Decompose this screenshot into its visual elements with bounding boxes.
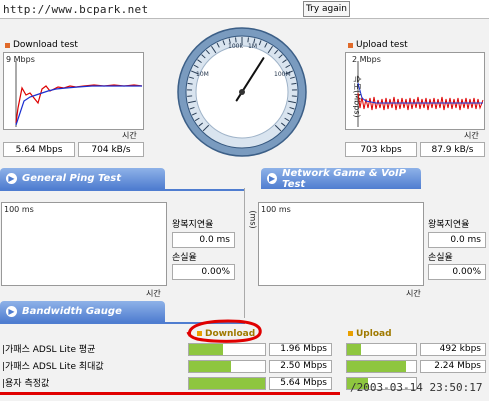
gauge-tick-label: 100M: [274, 71, 291, 78]
upload-speed-kbs: 87.9 kB/s: [420, 142, 485, 157]
speed-gauge: 100k 1M 10M 100M: [177, 27, 307, 157]
tab-network-game[interactable]: ▶ Network Game & VoIP Test: [261, 168, 421, 190]
download-bar-fill: [189, 361, 231, 372]
download-bar: [188, 343, 266, 356]
arrow-right-icon: ▶: [267, 173, 278, 184]
section-underline: [0, 189, 245, 191]
gauge-tick-label: 10M: [196, 71, 209, 78]
download-bar: [188, 360, 266, 373]
general-ping-rtt-label: 왕복지연율: [172, 220, 214, 230]
download-graph-plot: [15, 61, 143, 127]
upload-value: 2.24 Mbps: [420, 360, 486, 373]
upload-bar: [346, 343, 417, 356]
download-test-title: Download test: [5, 40, 78, 50]
general-ping-graph: 100 ms: [1, 202, 167, 286]
gauge-hub: [239, 89, 245, 95]
gauge-tick-label: 100k: [228, 43, 243, 50]
general-ping-time-label: 시간: [146, 289, 161, 298]
network-game-rtt-value: 0.0 ms: [428, 232, 486, 248]
orange-square-icon: [348, 42, 353, 48]
bandwidth-row-label: |용자 측정값: [2, 379, 50, 389]
download-graph: 9 Mbps: [3, 52, 144, 130]
arrow-right-icon: ▶: [6, 173, 17, 184]
download-value: 1.96 Mbps: [269, 343, 332, 356]
tab-general-ping[interactable]: ▶ General Ping Test: [0, 168, 165, 189]
orange-square-icon: [5, 42, 10, 48]
upload-bar: [346, 360, 417, 373]
bandwidth-row-label: |가패스 ADSL Lite 평균: [2, 345, 96, 355]
arrow-right-icon: ▶: [6, 306, 17, 317]
network-game-loss-label: 손실율: [428, 253, 453, 263]
network-game-y-axis-label: (ms): [248, 210, 258, 229]
red-annotation-underline: [0, 392, 340, 395]
upload-graph: 2 Mbps 속도(Mbps): [345, 52, 485, 130]
gauge-tick-label: 1M: [248, 43, 257, 50]
general-ping-loss-value: 0.00%: [172, 264, 235, 280]
network-game-graph: 100 ms: [258, 202, 424, 286]
date-watermark: /2003-03-14 23:50:17: [350, 381, 483, 394]
upload-test-title: Upload test: [348, 40, 408, 50]
upload-value: 492 kbps: [420, 343, 486, 356]
upload-graph-plot: [357, 61, 484, 127]
download-bar: [188, 377, 266, 390]
network-game-time-label: 시간: [406, 289, 421, 298]
upload-column-header: Upload: [348, 329, 392, 339]
panel-divider: [244, 188, 245, 318]
general-ping-max-label: 100 ms: [4, 205, 34, 214]
try-again-button[interactable]: Try again: [303, 1, 350, 17]
upload-time-label: 시간: [464, 131, 479, 140]
download-value: 5.64 Mbps: [269, 377, 332, 390]
frame-divider: [0, 18, 489, 19]
general-ping-rtt-value: 0.0 ms: [172, 232, 235, 248]
gauge-tick: [247, 37, 249, 43]
general-ping-loss-label: 손실율: [172, 253, 197, 263]
upload-bar-fill: [347, 344, 361, 355]
orange-square-icon: [348, 331, 353, 336]
network-game-loss-value: 0.00%: [428, 264, 486, 280]
download-speed-kbs: 704 kB/s: [78, 142, 144, 157]
download-bar-fill: [189, 378, 265, 389]
tab-bandwidth-gauge[interactable]: ▶ Bandwidth Gauge: [0, 301, 165, 322]
download-time-label: 시간: [122, 131, 137, 140]
network-game-rtt-label: 왕복지연율: [428, 220, 470, 230]
network-game-max-label: 100 ms: [261, 205, 291, 214]
upload-bar-fill: [347, 361, 406, 372]
download-value: 2.50 Mbps: [269, 360, 332, 373]
bandwidth-row-label: |가패스 ADSL Lite 최대값: [2, 362, 104, 372]
red-annotation-circle: [186, 319, 262, 343]
gauge-tick: [235, 37, 237, 43]
download-speed-mbps: 5.64 Mbps: [3, 142, 75, 157]
upload-speed-kbps: 703 kbps: [345, 142, 417, 157]
download-bar-fill: [189, 344, 224, 355]
site-url[interactable]: http://www.bcpark.net: [3, 3, 148, 16]
